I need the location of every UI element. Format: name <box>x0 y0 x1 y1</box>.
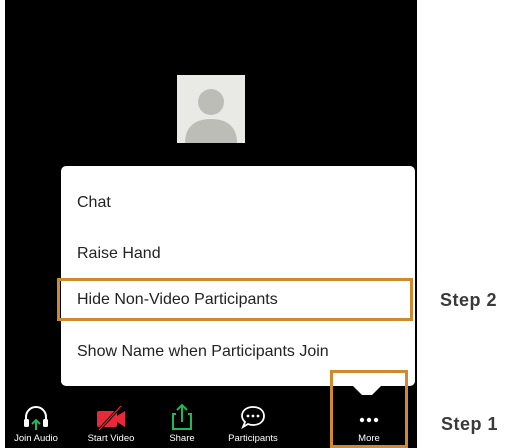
headphones-icon <box>24 406 48 430</box>
video-off-icon <box>97 404 125 432</box>
menu-item-raise-hand[interactable]: Raise Hand <box>77 245 161 263</box>
participants-label: Participants <box>228 433 278 444</box>
participants-button[interactable]: Participants <box>214 395 292 448</box>
more-menu: Chat Raise Hand Hide Non-Video Participa… <box>61 166 415 400</box>
share-icon <box>172 403 192 430</box>
start-video-label: Start Video <box>87 433 135 444</box>
join-audio-button[interactable]: Join Audio <box>5 395 75 448</box>
step1-label: Step 1 <box>441 414 499 434</box>
menu-item-chat[interactable]: Chat <box>77 194 111 212</box>
share-button[interactable]: Share <box>143 395 221 448</box>
user-silhouette-icon <box>185 89 237 143</box>
share-label: Share <box>169 433 195 444</box>
participant-avatar <box>177 75 245 143</box>
chat-bubble-icon <box>241 406 265 430</box>
menu-item-show-name[interactable]: Show Name when Participants Join <box>77 343 329 361</box>
join-audio-label: Join Audio <box>14 433 58 444</box>
step2-label: Step 2 <box>440 290 498 310</box>
start-video-button[interactable]: Start Video <box>72 395 150 448</box>
step1-highlight <box>330 370 408 448</box>
step2-highlight <box>57 278 413 321</box>
